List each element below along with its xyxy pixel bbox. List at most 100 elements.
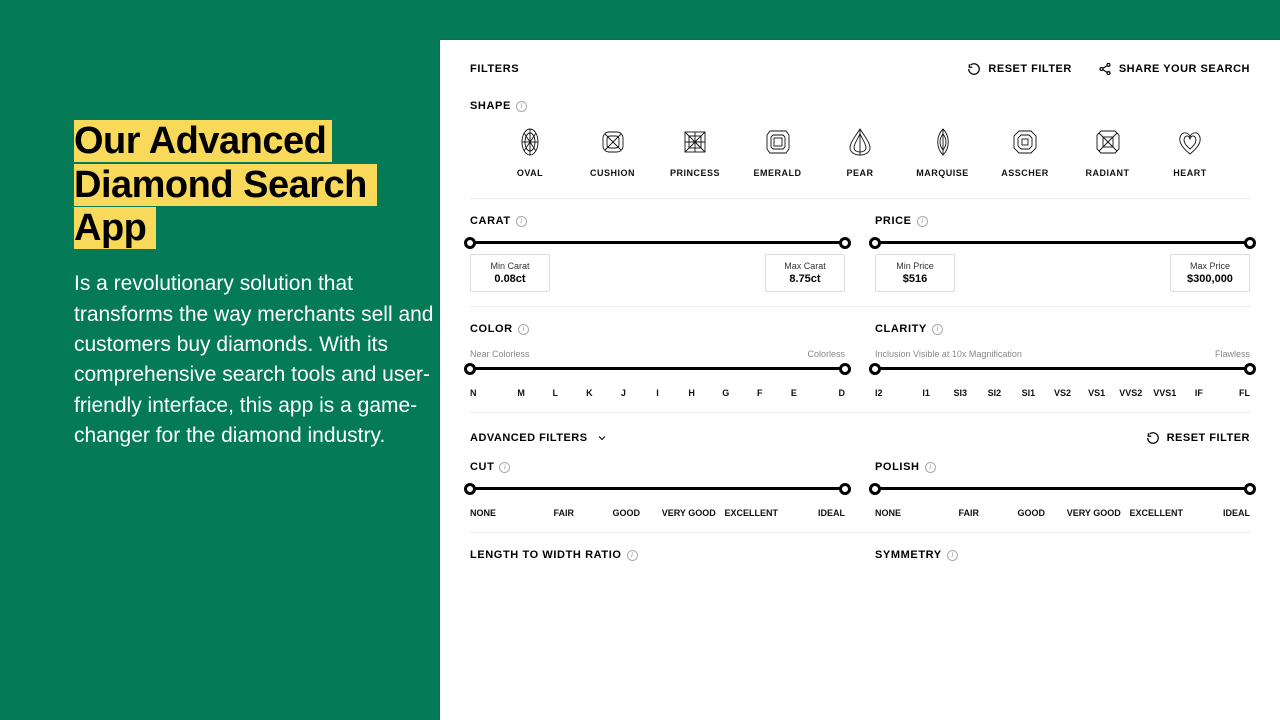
reset-filter-button[interactable]: RESET FILTER [967,62,1071,76]
ltw-title: LENGTH TO WIDTH RATIO [470,549,622,561]
slider-handle-max[interactable] [1244,363,1256,375]
polish-slider[interactable] [875,487,1250,490]
chevron-down-icon [596,432,608,444]
shape-label: OVAL [517,168,543,178]
tick: VERY GOOD [1063,508,1126,518]
info-icon[interactable]: i [932,324,943,335]
tick: SI2 [977,388,1011,398]
reset-filter-label: RESET FILTER [988,63,1071,75]
tick: GOOD [595,508,658,518]
tick: FAIR [533,508,596,518]
slider-handle-min[interactable] [464,237,476,249]
tick: IF [1182,388,1216,398]
tick: E [777,388,811,398]
value: $516 [892,273,938,285]
slider-handle-max[interactable] [1244,483,1256,495]
shape-label: CUSHION [590,168,635,178]
reset-filter-label: RESET FILTER [1167,432,1250,444]
slider-handle-max[interactable] [1244,237,1256,249]
search-panel: FILTERS RESET FILTER SHARE YOUR SEARCH S… [440,40,1280,720]
tick: L [538,388,572,398]
tick: IDEAL [1188,508,1251,518]
carat-min-input[interactable]: Min Carat0.08ct [470,254,550,292]
cut-slider[interactable] [470,487,845,490]
info-icon[interactable]: i [516,216,527,227]
promo-panel: Our Advanced Diamond Search App Is a rev… [74,120,434,452]
divider [470,412,1250,413]
tick: N [470,388,504,398]
tick: D [811,388,845,398]
slider-handle-min[interactable] [464,483,476,495]
divider [470,198,1250,199]
tick: FAIR [938,508,1001,518]
price-title: PRICE [875,215,912,227]
tick: NONE [875,508,938,518]
tick: H [675,388,709,398]
emerald-icon [762,126,794,158]
info-icon[interactable]: i [627,550,638,561]
slider-handle-min[interactable] [869,363,881,375]
promo-body: Is a revolutionary solution that transfo… [74,269,434,452]
share-search-label: SHARE YOUR SEARCH [1119,63,1250,75]
tick: I [640,388,674,398]
color-slider[interactable] [470,367,845,370]
tick: VS2 [1045,388,1079,398]
slider-handle-min[interactable] [869,483,881,495]
info-icon[interactable]: i [516,101,527,112]
shape-marquise[interactable]: MARQUISE [913,126,973,178]
tick: K [572,388,606,398]
pear-icon [844,126,876,158]
shape-emerald[interactable]: EMERALD [748,126,808,178]
price-max-input[interactable]: Max Price$300,000 [1170,254,1250,292]
shape-label: PRINCESS [670,168,720,178]
slider-handle-max[interactable] [839,483,851,495]
reset-filter-button-2[interactable]: RESET FILTER [1146,431,1250,445]
promo-title-line1: Our Advanced [74,120,332,162]
carat-max-input[interactable]: Max Carat8.75ct [765,254,845,292]
price-slider[interactable] [875,241,1250,244]
radiant-icon [1092,126,1124,158]
share-search-button[interactable]: SHARE YOUR SEARCH [1098,62,1250,76]
price-min-input[interactable]: Min Price$516 [875,254,955,292]
tick: VVS2 [1114,388,1148,398]
tick: F [743,388,777,398]
color-note-right: Colorless [807,349,845,359]
color-title: COLOR [470,323,513,335]
tick: NONE [470,508,533,518]
princess-icon [679,126,711,158]
shape-oval[interactable]: OVAL [500,126,560,178]
carat-slider[interactable] [470,241,845,244]
cut-title: CUT [470,461,494,473]
promo-title-line2: Diamond Search App [74,164,377,250]
info-icon[interactable]: i [925,462,936,473]
label: Min Carat [487,261,533,271]
advanced-filters-toggle[interactable]: ADVANCED FILTERS [470,432,608,444]
heart-icon [1174,126,1206,158]
label: Max Price [1187,261,1233,271]
shape-asscher[interactable]: ASSCHER [995,126,1055,178]
shape-cushion[interactable]: CUSHION [583,126,643,178]
info-icon[interactable]: i [499,462,510,473]
info-icon[interactable]: i [518,324,529,335]
shape-list: OVAL CUSHION PRINCESS EMERALD PEAR MARQU… [500,126,1220,178]
share-icon [1098,62,1112,76]
slider-handle-max[interactable] [839,363,851,375]
polish-ticks: NONEFAIRGOODVERY GOODEXCELLENTIDEAL [875,508,1250,518]
clarity-title: CLARITY [875,323,927,335]
oval-icon [514,126,546,158]
shape-pear[interactable]: PEAR [830,126,890,178]
shape-label: EMERALD [754,168,802,178]
clarity-slider[interactable] [875,367,1250,370]
color-ticks: NMLKJIHGFED [470,388,845,398]
slider-handle-max[interactable] [839,237,851,249]
shape-heart[interactable]: HEART [1160,126,1220,178]
slider-handle-min[interactable] [464,363,476,375]
advanced-filters-label: ADVANCED FILTERS [470,432,588,444]
shape-radiant[interactable]: RADIANT [1078,126,1138,178]
info-icon[interactable]: i [917,216,928,227]
info-icon[interactable]: i [947,550,958,561]
shape-label: MARQUISE [916,168,969,178]
tick: VVS1 [1148,388,1182,398]
shape-princess[interactable]: PRINCESS [665,126,725,178]
slider-handle-min[interactable] [869,237,881,249]
